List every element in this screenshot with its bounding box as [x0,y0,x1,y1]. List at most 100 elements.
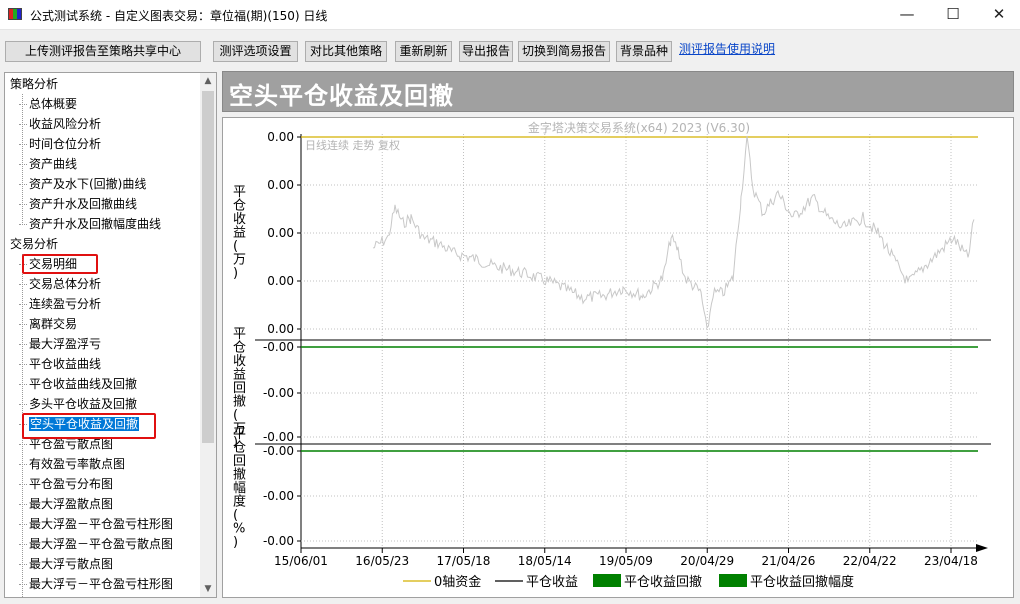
maximize-button[interactable]: ☐ [930,0,976,30]
y-tick-label: -0.00 [263,430,294,444]
scroll-up-arrow-icon[interactable]: ▲ [200,73,216,89]
compare-strategy-button[interactable]: 对比其他策略 [305,41,387,62]
tree-item[interactable]: 连续盈亏分析 [18,295,102,313]
title-bar: 公式测试系统 - 自定义图表交易：章位福(期)(150) 日线 — ☐ ✕ [0,0,1020,30]
tree-item[interactable]: 资产曲线 [18,155,78,173]
scroll-thumb[interactable] [202,91,214,443]
chart-subcaption: 日线连续 走势 复权 [305,138,400,152]
tree-item-label: 资产曲线 [29,157,78,171]
x-tick-label: 17/05/18 [437,554,491,568]
tree-item[interactable]: 离群交易 [18,315,78,333]
tree-item[interactable]: 资产升水及回撤曲线 [18,195,138,213]
scroll-down-arrow-icon[interactable]: ▼ [200,581,216,597]
legend-label: 平仓收益回撤 [624,574,702,590]
y-tick-label: 0.00 [267,322,294,336]
x-axis-arrow-icon [976,544,988,552]
tree-item[interactable]: 最大浮亏散点图 [18,555,114,573]
chart-panel: 金字塔决策交易系统(x64) 2023 (V6.30) 日线连续 走势 复权 0.0… [222,117,1014,598]
tree-item[interactable]: 资产升水及回撤幅度曲线 [18,215,162,233]
tree-item[interactable]: 平仓收益曲线及回撤 [18,375,138,393]
tree-item-label: 平仓盈亏分布图 [29,477,114,491]
switch-simple-report-button[interactable]: 切换到简易报告 [518,41,610,62]
tree-item[interactable]: 资产及水下(回撤)曲线 [18,175,147,193]
refresh-button[interactable]: 重新刷新 [395,41,452,62]
tree-item-label: 有效盈亏率散点图 [29,457,126,471]
y-tick-label: -0.00 [263,534,294,548]
tree-item-label: 平仓收益曲线 [29,357,102,371]
tree-scrollbar[interactable]: ▲ ▼ [200,73,216,597]
x-tick-label: 18/05/14 [518,554,572,568]
y-tick-label: 0.00 [267,130,294,144]
y-tick-label: 0.00 [267,226,294,240]
export-report-button[interactable]: 导出报告 [459,41,513,62]
x-tick-label: 16/05/23 [355,554,409,568]
tree-item-label: 交易总体分析 [29,277,102,291]
tree-item-label: 最大浮盈浮亏 [29,337,102,351]
tree-item-label: 最大浮亏－平仓盈亏柱形图 [29,577,174,591]
legend-swatch [593,574,621,587]
background-symbol-button[interactable]: 背景品种 [616,41,672,62]
tree-item[interactable]: 多头平仓收益及回撤 [18,395,138,413]
tree-item-label: 资产升水及回撤曲线 [29,197,138,211]
minimize-button[interactable]: — [884,0,930,30]
evaluation-settings-button[interactable]: 测评选项设置 [213,41,298,62]
tree-item[interactable]: 最大浮盈浮亏 [18,335,102,353]
window-title: 公式测试系统 - 自定义图表交易：章位福(期)(150) 日线 [30,9,328,23]
y-tick-label: -0.00 [263,489,294,503]
tree-item-label: 总体概要 [29,97,78,111]
y-tick-label: 0.00 [267,178,294,192]
y-tick-label: -0.00 [263,444,294,458]
tree-item[interactable]: 平仓收益曲线 [18,355,102,373]
tree-item[interactable]: 时间仓位分析 [18,135,102,153]
y-tick-label: 0.00 [267,274,294,288]
tree-item[interactable]: 最大浮盈－平仓盈亏柱形图 [18,515,174,533]
y-axis-label: 平仓收益(万) [233,185,246,281]
upload-report-button[interactable]: 上传测评报告至策略共享中心 [5,41,201,62]
section-header: 空头平仓收益及回撤 [222,71,1014,112]
section-title: 空头平仓收益及回撤 [229,82,454,110]
tree-item[interactable]: 最大浮盈散点图 [18,495,114,513]
tree-item[interactable]: 平仓盈亏分布图 [18,475,114,493]
x-tick-label: 19/05/09 [599,554,653,568]
tree-item-label: 时间仓位分析 [29,137,102,151]
tree-item-label: 多头平仓收益及回撤 [29,397,138,411]
x-tick-label: 15/06/01 [274,554,328,568]
legend-label: 0轴资金 [434,574,481,590]
y-tick-label: -0.00 [263,340,294,354]
chart-svg: 金字塔决策交易系统(x64) 2023 (V6.30) 日线连续 走势 复权 0.0… [233,120,991,590]
legend-label: 平仓收益 [526,575,578,590]
x-tick-label: 22/04/22 [843,554,897,568]
app-icon [8,8,22,20]
tree-item-label: 最大浮盈－平仓盈亏散点图 [29,537,174,551]
tree-item-label: 资产及水下(回撤)曲线 [29,177,147,191]
x-tick-label: 23/04/18 [924,554,978,568]
x-tick-label: 20/04/29 [680,554,734,568]
tree-group[interactable]: 策略分析 [10,75,58,93]
tree-item[interactable]: 最大浮盈－平仓盈亏散点图 [18,535,174,553]
tree-guide [22,94,23,225]
chart-watermark: 金字塔决策交易系统(x64) 2023 (V6.30) [528,120,750,135]
tree-item[interactable]: 总体概要 [18,95,78,113]
help-link[interactable]: 测评报告使用说明 [679,40,775,57]
tree-group[interactable]: 交易分析 [10,235,58,253]
x-tick-label: 21/04/26 [762,554,816,568]
legend-swatch [719,574,747,587]
tree-item-label: 最大浮盈－平仓盈亏柱形图 [29,517,174,531]
legend-label: 平仓收益回撤幅度 [750,574,854,590]
tree-item-label: 最大浮亏散点图 [29,557,114,571]
y-axis-label: 平仓回撤幅度(%) [233,427,246,550]
highlight-box [22,254,98,274]
tree-item-label: 平仓收益曲线及回撤 [29,377,138,391]
tree-item-label: 离群交易 [29,317,78,331]
tree-item[interactable]: 有效盈亏率散点图 [18,455,126,473]
tree-item-label: 资产升水及回撤幅度曲线 [29,217,162,231]
tree-item-label: 连续盈亏分析 [29,297,102,311]
tree-item[interactable]: 收益风险分析 [18,115,101,133]
tree-item[interactable]: 最大浮亏－平仓盈亏柱形图 [18,575,174,593]
report-tree: 策略分析 总体概要 收益风险分析 时间仓位分析 资产曲线 资产及水下(回撤)曲线 资产升水及… [4,72,217,598]
tree-item-label: 最大浮盈散点图 [29,497,114,511]
tree-item-label: 平仓盈亏散点图 [29,437,114,451]
tree-item[interactable]: 交易总体分析 [18,275,102,293]
y-tick-label: -0.00 [263,386,294,400]
close-button[interactable]: ✕ [976,0,1020,30]
